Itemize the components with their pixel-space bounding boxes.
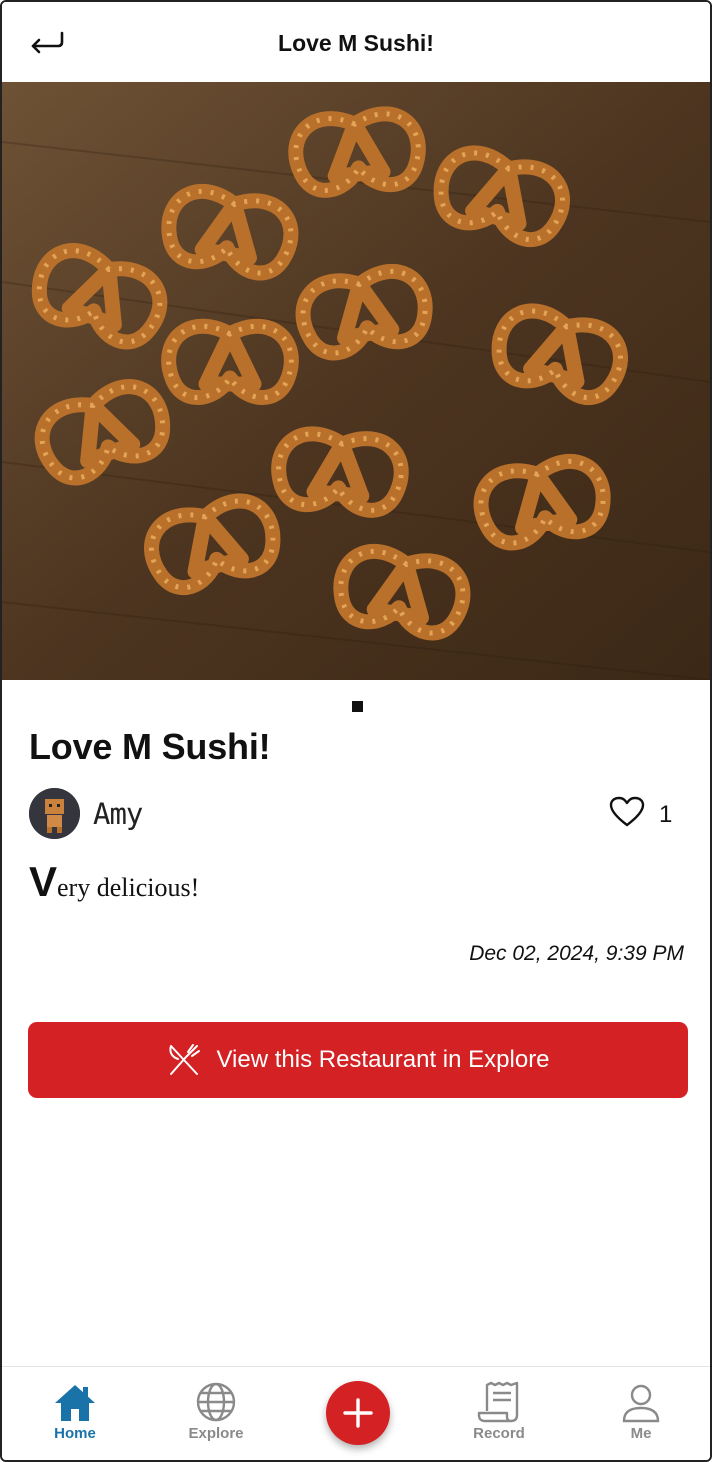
add-post-button[interactable] bbox=[326, 1381, 390, 1445]
post-title: Love M Sushi! bbox=[29, 726, 271, 767]
nav-me-label: Me bbox=[630, 1425, 652, 1442]
app-screen: Love M Sushi! Love M Sushi! Amy 1 Very d… bbox=[0, 0, 712, 1462]
bottom-nav: Home Explore Record Me bbox=[2, 1366, 710, 1460]
like-count: 1 bbox=[659, 801, 673, 828]
nav-explore-label: Explore bbox=[188, 1425, 244, 1442]
photo-pager-indicator bbox=[352, 701, 363, 712]
receipt-icon bbox=[477, 1381, 519, 1423]
globe-icon bbox=[196, 1382, 236, 1422]
author-row: Amy 1 bbox=[29, 788, 689, 840]
heart-icon bbox=[609, 796, 645, 827]
top-bar: Love M Sushi! bbox=[2, 2, 710, 82]
view-restaurant-in-explore-button[interactable]: View this Restaurant in Explore bbox=[28, 1022, 688, 1098]
post-photo[interactable] bbox=[2, 82, 710, 680]
pretzels-photo bbox=[2, 82, 710, 680]
post-body-text: ery delicious! bbox=[57, 873, 200, 902]
post-timestamp: Dec 02, 2024, 9:39 PM bbox=[469, 942, 684, 965]
explore-button-label: View this Restaurant in Explore bbox=[216, 1046, 550, 1073]
author-name[interactable]: Amy bbox=[93, 797, 143, 831]
header-title: Love M Sushi! bbox=[278, 30, 434, 56]
nav-me[interactable]: Me bbox=[586, 1377, 696, 1442]
nav-record-label: Record bbox=[473, 1425, 525, 1442]
post-body-drop-cap: V bbox=[29, 858, 58, 905]
nav-explore[interactable]: Explore bbox=[161, 1377, 271, 1442]
post-body: Very delicious! bbox=[29, 858, 199, 906]
box-robot-avatar-icon bbox=[29, 788, 80, 839]
home-icon bbox=[55, 1385, 95, 1421]
avatar[interactable] bbox=[29, 788, 80, 839]
nav-home-label: Home bbox=[54, 1425, 96, 1442]
nav-record[interactable]: Record bbox=[444, 1377, 554, 1442]
person-icon bbox=[622, 1384, 660, 1423]
fork-knife-icon bbox=[169, 1044, 201, 1075]
like-button[interactable] bbox=[609, 796, 647, 832]
plus-icon bbox=[343, 1398, 373, 1428]
nav-home[interactable]: Home bbox=[20, 1377, 130, 1442]
